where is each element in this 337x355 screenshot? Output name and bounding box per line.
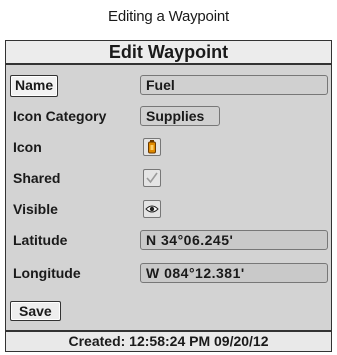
- checkbox-checked-icon: [146, 172, 158, 184]
- longitude-field[interactable]: W 084°12.381': [140, 263, 328, 283]
- dialog-title: Edit Waypoint: [6, 41, 331, 65]
- icon-label: Icon: [13, 139, 42, 155]
- icon-category-label: Icon Category: [13, 108, 107, 124]
- longitude-label: Longitude: [13, 265, 81, 281]
- edit-waypoint-dialog: Edit Waypoint Name Fuel Icon Category Su…: [5, 40, 332, 352]
- name-field[interactable]: Fuel: [140, 75, 328, 95]
- eye-icon: [145, 205, 159, 213]
- visible-toggle[interactable]: [143, 200, 161, 218]
- latitude-label: Latitude: [13, 232, 68, 248]
- name-label[interactable]: Name: [10, 75, 59, 97]
- icon-category-select[interactable]: Supplies: [140, 106, 220, 126]
- visible-label: Visible: [13, 201, 58, 217]
- fuel-canister-icon: [148, 140, 156, 154]
- latitude-field[interactable]: N 34°06.245': [140, 230, 328, 250]
- created-timestamp: Created: 12:58:24 PM 09/20/12: [6, 330, 331, 351]
- icon-picker-button[interactable]: [143, 138, 161, 156]
- page-caption: Editing a Waypoint: [108, 8, 229, 25]
- shared-checkbox[interactable]: [143, 169, 161, 187]
- shared-label: Shared: [13, 170, 61, 186]
- save-button[interactable]: Save: [10, 301, 61, 321]
